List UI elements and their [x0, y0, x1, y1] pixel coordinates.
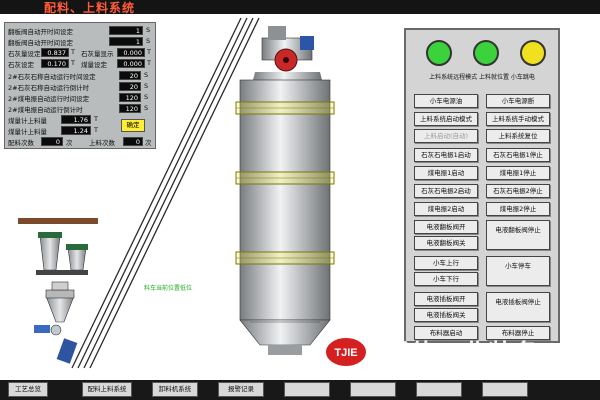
coal-hopper — [67, 247, 87, 271]
control-button[interactable]: 石灰石电振1停止 — [486, 148, 550, 162]
control-button[interactable]: 上料启动(自动) — [414, 129, 478, 143]
control-button[interactable]: 煤电振2停止 — [486, 202, 550, 216]
nav-button-8[interactable] — [482, 382, 528, 397]
skip-car — [56, 338, 78, 364]
nav-button-7[interactable] — [416, 382, 462, 397]
brand-name: 通佳工业装备 — [384, 339, 541, 368]
tjie-logo: TJIE — [324, 336, 368, 368]
nav-alarm-log[interactable]: 报警记录 — [218, 382, 264, 397]
nav-button-6[interactable] — [350, 382, 396, 397]
control-button[interactable]: 小车电源断 — [486, 94, 550, 108]
control-button[interactable]: 石灰石电振2停止 — [486, 184, 550, 198]
control-panel: 上料系统远程模式 上料就位置 小车跳电 小车电源油 小车电源断 上料系统启动模式 上料… — [404, 28, 560, 343]
control-button[interactable]: 石灰石电振2启动 — [414, 184, 478, 198]
control-button[interactable]: 电液插板阀开 — [414, 292, 478, 306]
control-button[interactable]: 电液插板阀停止 — [486, 292, 550, 322]
control-button[interactable]: 电液翻板阀关 — [414, 236, 478, 250]
vibrator-motor — [34, 325, 50, 333]
in-position-lamp — [473, 40, 499, 66]
control-button[interactable]: 电液翻板阀开 — [414, 220, 478, 234]
control-button[interactable]: 上料系统复位 — [486, 129, 550, 143]
control-button[interactable]: 小车下行 — [414, 272, 478, 286]
hoist-motor — [300, 36, 314, 50]
brand-slogan: 定制化成套产品解决方案 — [386, 368, 524, 380]
logo-text: TJIE — [334, 347, 357, 359]
control-button[interactable]: 小车上行 — [414, 256, 478, 270]
nav-process-overview[interactable]: 工艺总览 — [8, 382, 48, 397]
control-button[interactable]: 石灰石电振1启动 — [414, 148, 478, 162]
lamp-legend: 上料系统远程模式 上料就位置 小车跳电 — [429, 74, 535, 81]
shaft-kiln-tower — [239, 26, 331, 355]
limestone-hopper — [39, 235, 61, 271]
control-button[interactable]: 煤电振2启动 — [414, 202, 478, 216]
control-button[interactable]: 上料系统手动模式 — [486, 112, 550, 126]
nav-batching-loading[interactable]: 配料上料系统 — [82, 382, 132, 397]
control-button[interactable]: 煤电振1停止 — [486, 166, 550, 180]
limestone-hopper-top — [38, 232, 62, 238]
bottom-nav: 工艺总览 配料上料系统 卸料机系统 报警记录 — [0, 380, 600, 400]
control-button[interactable]: 煤电振1启动 — [414, 166, 478, 180]
inclined-hoist-rails — [71, 17, 260, 369]
car-trip-lamp — [520, 40, 546, 66]
control-button[interactable]: 上料系统启动模式 — [414, 112, 478, 126]
control-button[interactable]: 电液插板阀关 — [414, 308, 478, 322]
feeding-hoppers — [18, 218, 98, 364]
control-button[interactable]: 小车停车 — [486, 256, 550, 286]
coal-hopper-top — [66, 244, 88, 250]
nav-unloading[interactable]: 卸料机系统 — [152, 382, 198, 397]
nav-button-5[interactable] — [284, 382, 330, 397]
remote-mode-lamp — [426, 40, 452, 66]
control-button[interactable]: 电液翻板阀停止 — [486, 220, 550, 250]
control-button[interactable]: 小车电源油 — [414, 94, 478, 108]
car-position-status: 料车当前位置低位 — [144, 285, 193, 292]
weigh-hopper — [45, 295, 75, 323]
